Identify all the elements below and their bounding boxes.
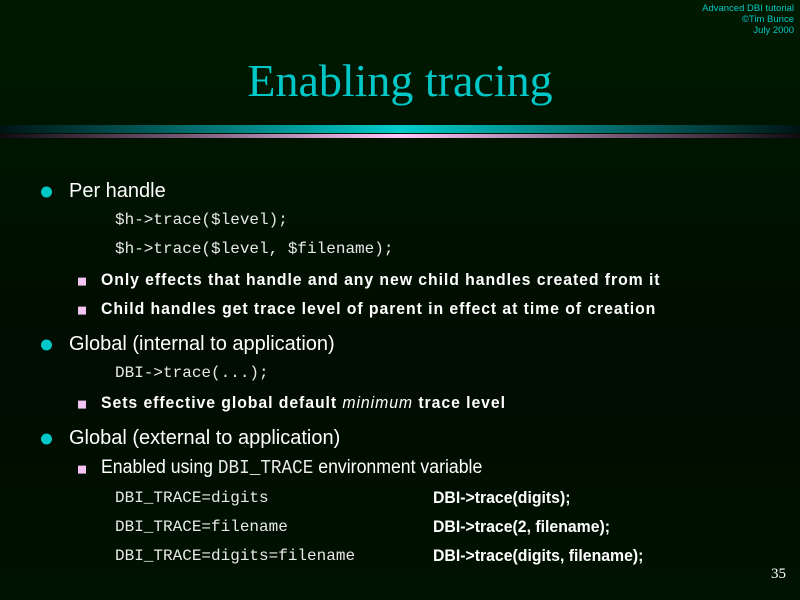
env-example: DBI_TRACE=digits=filename [115, 547, 356, 565]
bullet-global-external: Global (external to application) [69, 427, 341, 449]
header-author: ©Tim Bunce [741, 14, 794, 25]
slide-title: Enabling tracing [247, 55, 553, 106]
bullet-square-icon [78, 306, 86, 315]
sub-bullet: Child handles get trace level of parent … [101, 299, 657, 318]
equivalent-call: DBI->trace(2, filename); [433, 517, 611, 536]
bullet-circle-icon [41, 339, 52, 351]
text: environment variable [313, 457, 483, 478]
env-example: DBI_TRACE=filename [115, 518, 288, 536]
bullet-circle-icon [41, 186, 52, 198]
code-line: DBI->trace(...); [115, 364, 269, 382]
text: trace level [413, 393, 506, 412]
equivalent-call: DBI->trace(digits); [433, 488, 571, 507]
divider-pink [0, 134, 800, 138]
text: Sets effective global default [101, 393, 343, 412]
code-line: $h->trace($level); [115, 211, 288, 229]
text: Enabled using [101, 457, 218, 478]
bullet-square-icon [78, 277, 86, 286]
slide-header: Advanced DBI tutorial ©Tim Bunce July 20… [702, 3, 794, 36]
header-date: July 2000 [753, 25, 794, 36]
sub-bullet: Enabled using DBI_TRACE environment vari… [101, 456, 482, 480]
code-line: $h->trace($level, $filename); [115, 240, 394, 258]
bullet-square-icon [78, 400, 86, 409]
header-course: Advanced DBI tutorial [702, 3, 794, 14]
bullet-circle-icon [41, 433, 52, 445]
bullet-per-handle: Per handle [69, 180, 166, 202]
env-example: DBI_TRACE=digits [115, 489, 269, 507]
bullet-global-internal: Global (internal to application) [69, 333, 335, 355]
inline-code: DBI_TRACE [217, 457, 314, 479]
bullet-square-icon [78, 465, 86, 474]
divider-teal [0, 125, 800, 133]
emphasis: minimum [342, 393, 414, 412]
page-number: 35 [771, 566, 786, 582]
equivalent-call: DBI->trace(digits, filename); [433, 546, 644, 565]
sub-bullet: Only effects that handle and any new chi… [101, 270, 661, 289]
sub-bullet: Sets effective global default minimum tr… [101, 391, 506, 415]
